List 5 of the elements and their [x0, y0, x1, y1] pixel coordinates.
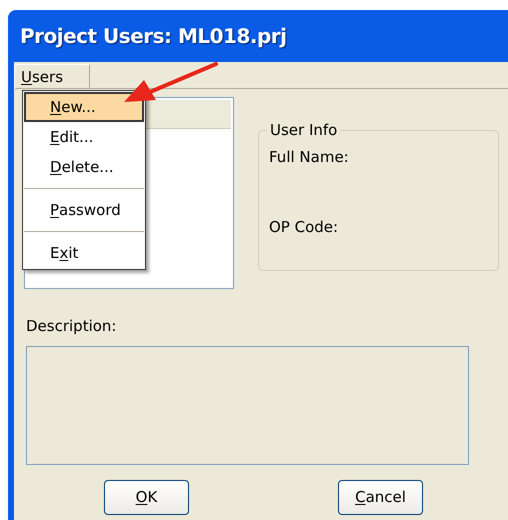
group-title: User Info	[269, 120, 338, 141]
description-label: Description:	[26, 316, 118, 337]
field-label: Full Name:	[269, 146, 350, 168]
window-title: Project Users: ML018.prj	[20, 23, 287, 50]
field-label: OP Code:	[269, 217, 340, 238]
